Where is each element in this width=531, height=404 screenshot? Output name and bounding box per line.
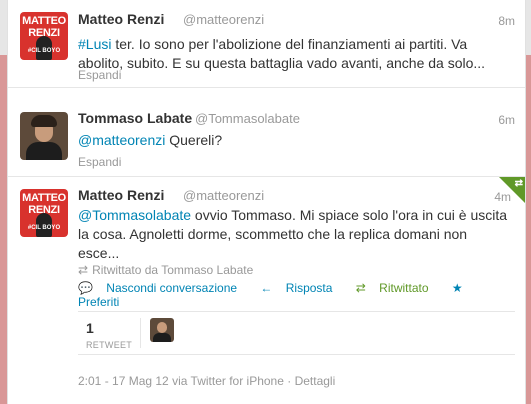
details-link[interactable]: Dettagli (295, 374, 336, 388)
retweet-corner-icon: ⇄ (514, 178, 523, 189)
chat-icon: 💬 (78, 281, 93, 295)
mini-avatar-body (153, 333, 171, 342)
favorite-label: Preferiti (78, 295, 120, 309)
retweet-count-label: RETWEET (86, 340, 133, 350)
tweet-time[interactable]: 4m (494, 190, 511, 204)
tweet-source: via Twitter for iPhone (168, 374, 284, 388)
reply-icon: ← (260, 281, 273, 295)
expand-link[interactable]: Espandi (78, 155, 121, 169)
tweet[interactable]: Tommaso Labate @Tommasolabate 6m @matteo… (8, 88, 525, 177)
retweeted-by: ⇄ Ritwittato da Tommaso Labate (78, 263, 253, 277)
mention-link[interactable]: @Tommasolabate (78, 207, 191, 223)
timeline-panel: MATTEO RENZI #CIL BOYO Matteo Renzi @mat… (7, 0, 526, 404)
tweet-body: ter. Io sono per l'abolizione del finanz… (78, 36, 486, 71)
tweet[interactable]: MATTEO RENZI #CIL BOYO Matteo Renzi @mat… (8, 0, 525, 88)
author-name[interactable]: Matteo Renzi (78, 11, 164, 27)
expand-link[interactable]: Espandi (78, 68, 121, 82)
retweet-icon: ⇄ (355, 281, 366, 295)
avatar[interactable] (20, 112, 68, 160)
tweet-expanded[interactable]: ⇄ MATTEO RENZI #CIL BOYO Matteo Renzi @m… (8, 177, 525, 404)
retweeted-by-label: Ritwittato da Tommaso Labate (92, 263, 254, 277)
tweet-footer: 2:01 - 17 Mag 12 via Twitter for iPhone … (78, 374, 335, 388)
star-icon: ★ (451, 281, 463, 295)
tweet-time[interactable]: 6m (498, 113, 515, 127)
tweet-text: @Tommasolabate ovvio Tommaso. Mi spiace … (78, 206, 508, 263)
footer-separator: · (283, 374, 295, 388)
avatar-hair (31, 115, 57, 127)
author-handle[interactable]: @matteorenzi (183, 12, 264, 27)
avatar-line: MATTEO (22, 192, 66, 204)
author-name[interactable]: Matteo Renzi (78, 187, 164, 203)
tweet-datetime[interactable]: 2:01 - 17 Mag 12 (78, 374, 169, 388)
tweet-body: Quereli? (165, 132, 223, 148)
avatar[interactable]: MATTEO RENZI #CIL BOYO (20, 12, 68, 60)
avatar-body (26, 142, 62, 160)
avatar-caption: #CIL BOYO (27, 48, 61, 54)
retweeter-avatar[interactable] (150, 318, 174, 342)
retweet-icon: ⇄ (78, 263, 89, 277)
retweet-stats: 1 RETWEET (78, 311, 515, 355)
avatar-caption: #CIL BOYO (27, 225, 61, 231)
hide-conversation-label: Nascondi conversazione (106, 281, 238, 295)
tweet-text: @matteorenzi Quereli? (78, 131, 508, 150)
retweet-count[interactable]: 1 (86, 320, 94, 336)
mention-link[interactable]: @matteorenzi (78, 132, 165, 148)
tweet-actions: 💬 Nascondi conversazione ← Risposta ⇄ Ri… (78, 281, 525, 309)
author-handle[interactable]: @matteorenzi (183, 188, 264, 203)
reply-button[interactable]: ← Risposta (260, 281, 342, 295)
author-handle[interactable]: @Tommasolabate (195, 111, 300, 126)
author-name[interactable]: Tommaso Labate (78, 110, 192, 126)
avatar[interactable]: MATTEO RENZI #CIL BOYO (20, 189, 68, 237)
retweeted-button[interactable]: ⇄ Ritwittato (356, 281, 439, 295)
stats-divider (140, 318, 141, 348)
retweeted-label: Ritwittato (379, 281, 429, 295)
hashtag-link[interactable]: #Lusi (78, 36, 111, 52)
reply-label: Risposta (285, 281, 333, 295)
tweet-text: #Lusi ter. Io sono per l'abolizione del … (78, 35, 508, 73)
avatar-line: MATTEO (22, 15, 66, 27)
hide-conversation-button[interactable]: 💬 Nascondi conversazione (78, 281, 247, 295)
mini-avatar-face (157, 322, 167, 333)
tweet-time[interactable]: 8m (498, 14, 515, 28)
